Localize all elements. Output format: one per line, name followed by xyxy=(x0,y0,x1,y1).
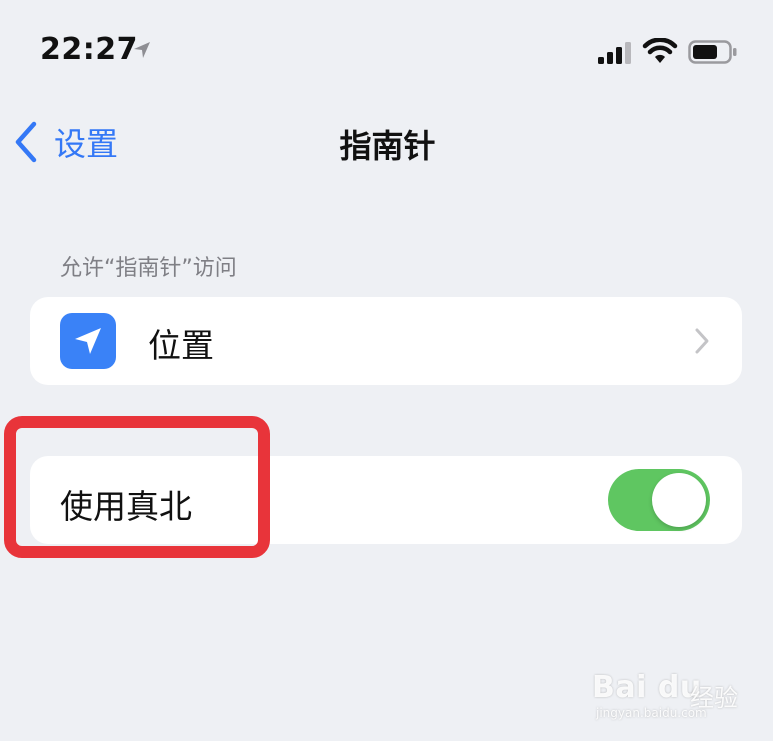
watermark-logo: Bai du xyxy=(592,670,702,705)
wifi-icon xyxy=(642,38,678,63)
watermark: Bai du 经验 jingyan.baidu.com xyxy=(592,660,742,730)
section-header: 允许“指南针”访问 xyxy=(60,256,237,281)
true-north-toggle[interactable] xyxy=(608,469,710,531)
chevron-right-icon xyxy=(695,328,709,354)
page-title: 指南针 xyxy=(339,127,436,165)
battery-icon xyxy=(688,40,737,64)
navigation-bar: 设置 指南针 xyxy=(0,105,773,180)
status-bar: 22:27 xyxy=(0,0,773,100)
location-arrow-icon xyxy=(60,313,116,369)
cellular-signal-icon xyxy=(598,42,631,64)
true-north-row: 使用真北 xyxy=(30,456,742,544)
settings-screen: 22:27 设置 指南针 允许“指南针”访问 位置 使用真北 Bai du 经验… xyxy=(0,0,773,741)
toggle-knob xyxy=(652,473,706,527)
status-time: 22:27 xyxy=(40,32,138,67)
location-permission-row[interactable]: 位置 xyxy=(30,297,742,385)
true-north-label: 使用真北 xyxy=(60,487,192,526)
location-row-label: 位置 xyxy=(148,326,214,365)
watermark-url: jingyan.baidu.com xyxy=(596,706,707,720)
location-arrow-icon xyxy=(134,42,150,58)
